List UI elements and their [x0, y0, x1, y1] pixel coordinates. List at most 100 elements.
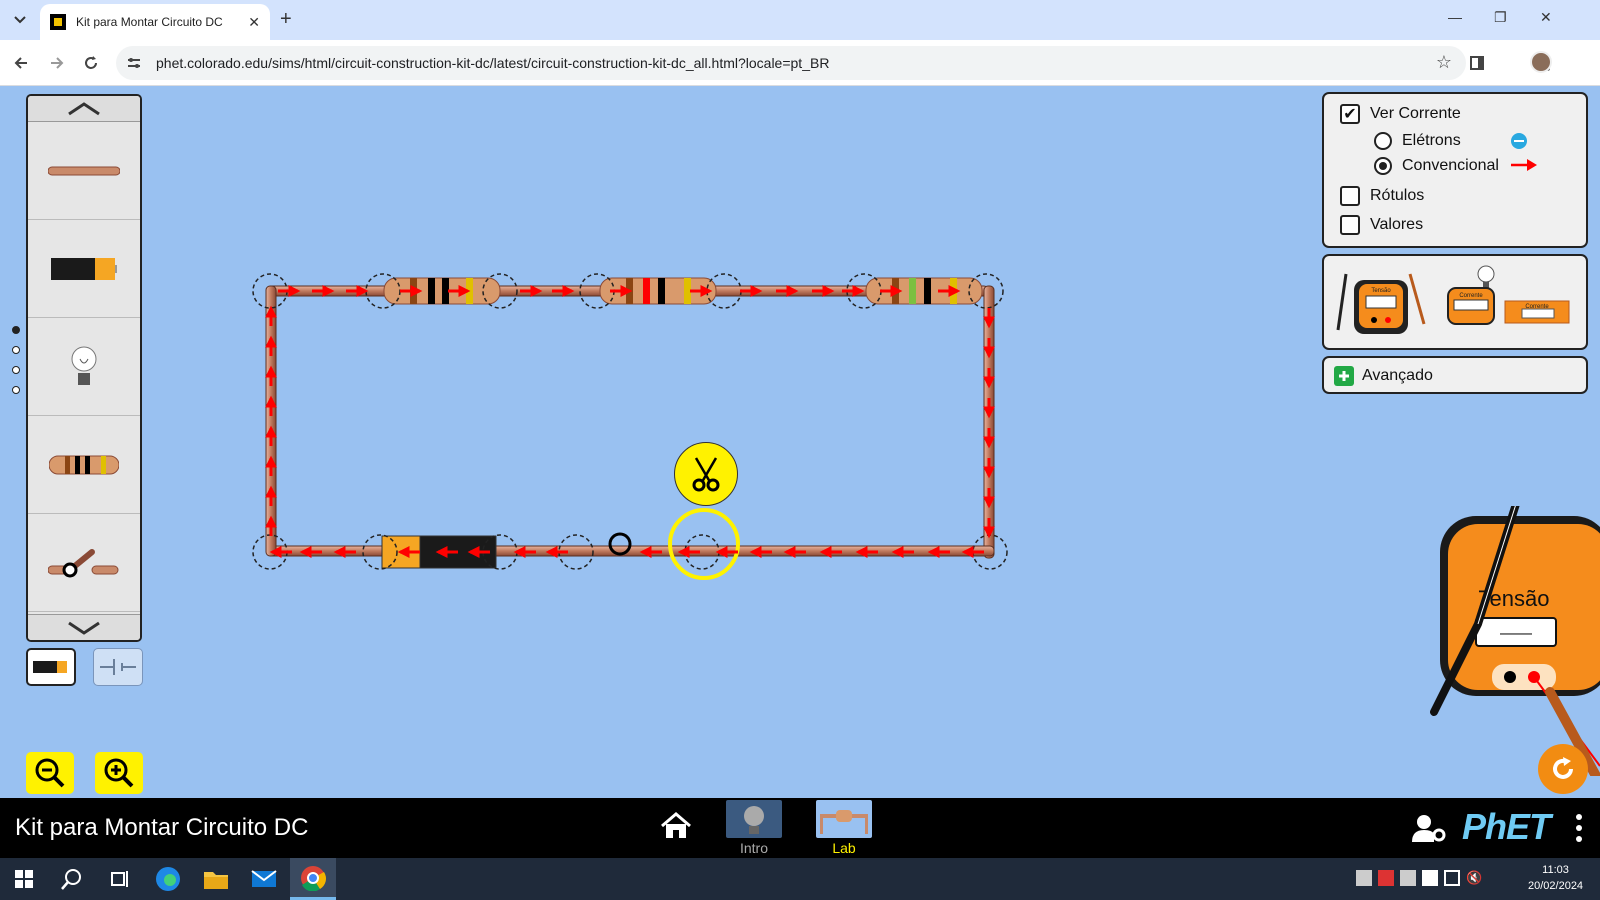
advanced-panel[interactable]: Avançado [1322, 356, 1588, 394]
values-checkbox[interactable]: Valores [1340, 215, 1423, 235]
conventional-radio[interactable]: Convencional [1374, 157, 1499, 175]
phet-favicon-icon [50, 14, 66, 30]
toolbox-scroll-up-button[interactable] [28, 96, 140, 122]
clock[interactable]: 11:03 20/02/2024 [1528, 862, 1583, 894]
windows-taskbar: 🔇 11:03 20/02/2024 [0, 858, 1600, 900]
reload-button[interactable] [80, 52, 102, 74]
checkbox-checked-icon[interactable]: ✔ [1340, 104, 1360, 124]
expand-plus-icon[interactable] [1334, 366, 1354, 386]
advanced-label: Avançado [1362, 367, 1433, 384]
page-dot[interactable] [12, 326, 20, 334]
mail-icon [251, 870, 277, 887]
edge-icon [156, 867, 180, 891]
battery-icon [51, 257, 117, 280]
show-current-label: Ver Corrente [1370, 105, 1461, 122]
checkbox-unchecked-icon[interactable] [1340, 186, 1360, 206]
tray-app-icon[interactable] [1378, 870, 1394, 886]
page-dot[interactable] [12, 386, 20, 394]
radio-selected-icon[interactable] [1374, 157, 1392, 175]
wire-left [265, 285, 277, 557]
page-dot[interactable] [12, 366, 20, 374]
tab-title: Kit para Montar Circuito DC [76, 15, 223, 29]
electrons-label: Elétrons [1402, 132, 1461, 149]
zoom-out-button[interactable] [26, 752, 74, 794]
edge-taskbar-button[interactable] [152, 864, 184, 894]
file-explorer-taskbar-button[interactable] [200, 864, 232, 894]
zoom-in-icon [104, 758, 134, 788]
vertex-handles[interactable] [252, 273, 1008, 570]
screen-intro-button[interactable]: Intro [724, 800, 784, 856]
site-settings-icon[interactable] [126, 55, 142, 76]
home-button[interactable] [660, 812, 692, 845]
wire-segments[interactable] [265, 285, 995, 559]
profile-avatar[interactable] [1530, 51, 1552, 73]
task-view-button[interactable] [104, 864, 136, 894]
voltmeter[interactable]: Tensão —— [1420, 506, 1600, 776]
lifelike-view-button[interactable] [26, 648, 76, 686]
current-display-panel: ✔ Ver Corrente Elétrons Convencional Rót… [1322, 92, 1588, 248]
ammeter-icon[interactable]: Corrente [1446, 264, 1502, 328]
electron-icon [1511, 133, 1527, 149]
network-icon[interactable] [1444, 870, 1460, 886]
labels-checkbox[interactable]: Rótulos [1340, 186, 1424, 206]
home-icon [661, 812, 691, 838]
toolbox-battery[interactable] [28, 220, 140, 318]
tab-close-icon[interactable]: ✕ [248, 14, 260, 31]
start-button[interactable] [8, 864, 40, 894]
security-icon[interactable] [1422, 870, 1438, 886]
toolbox-resistor[interactable] [28, 416, 140, 514]
series-ammeter-icon[interactable]: Corrente [1504, 300, 1570, 326]
chrome-taskbar-button[interactable] [290, 858, 336, 900]
page-dot[interactable] [12, 346, 20, 354]
schematic-view-button[interactable] [93, 648, 143, 686]
accessibility-settings-button[interactable] [1412, 814, 1446, 847]
lab-circuit-icon [820, 810, 868, 834]
cut-vertex-button[interactable] [674, 442, 738, 506]
browser-tab[interactable]: Kit para Montar Circuito DC ✕ [40, 4, 270, 40]
url-text[interactable]: phet.colorado.edu/sims/html/circuit-cons… [156, 55, 829, 71]
scissors-icon [692, 457, 720, 492]
ammeter-icon-label: Corrente [1459, 293, 1483, 299]
voltmeter-icon[interactable]: Tensão [1336, 264, 1432, 344]
toolbox-switch[interactable] [28, 514, 140, 612]
side-panel-button[interactable] [1466, 52, 1488, 74]
phet-logo[interactable]: PhET [1462, 806, 1551, 848]
chevron-down-icon [68, 621, 100, 635]
tray-app-icon[interactable] [1400, 870, 1416, 886]
reset-all-button[interactable] [1538, 744, 1588, 794]
simulation-area: ✔ Ver Corrente Elétrons Convencional Rót… [0, 86, 1600, 798]
voltmeter-reading: —— [1500, 625, 1532, 642]
electrons-radio[interactable]: Elétrons [1374, 132, 1461, 150]
mail-taskbar-button[interactable] [248, 864, 280, 894]
tab-search-button[interactable] [8, 8, 32, 32]
restore-button[interactable]: ❐ [1494, 9, 1507, 26]
zoom-out-icon [35, 758, 65, 788]
search-button[interactable] [56, 864, 88, 894]
back-button[interactable] [10, 52, 32, 74]
zoom-in-button[interactable] [95, 752, 143, 794]
omnibox[interactable]: phet.colorado.edu/sims/html/circuit-cons… [116, 46, 1466, 80]
selected-vertex-highlight[interactable] [668, 508, 740, 580]
close-window-button[interactable]: ✕ [1540, 9, 1552, 26]
forward-button[interactable] [46, 52, 68, 74]
toolbox-scroll-down-button[interactable] [28, 614, 140, 640]
tray-app-icon[interactable] [1356, 870, 1372, 886]
volume-muted-icon[interactable]: 🔇 [1466, 870, 1482, 886]
screen-lab-button[interactable]: Lab [814, 800, 874, 856]
bookmark-star-icon[interactable]: ☆ [1436, 52, 1452, 73]
show-current-checkbox[interactable]: ✔ Ver Corrente [1340, 104, 1461, 124]
folder-icon [204, 872, 228, 889]
checkbox-unchecked-icon[interactable] [1340, 215, 1360, 235]
sensor-toolbox-panel: Tensão Corrente Corrente [1322, 254, 1588, 350]
phet-menu-button[interactable] [1576, 814, 1582, 847]
wire-bottom [267, 545, 995, 557]
radio-unselected-icon[interactable] [1374, 132, 1392, 150]
intro-thumbnail [726, 800, 782, 838]
new-tab-button[interactable]: + [280, 9, 292, 29]
minimize-button[interactable]: — [1448, 9, 1462, 25]
system-tray: 🔇 [1356, 870, 1482, 886]
sim-title: Kit para Montar Circuito DC [15, 814, 309, 841]
chevron-up-icon [68, 101, 100, 115]
toolbox-light-bulb[interactable] [28, 318, 140, 416]
toolbox-wire[interactable] [28, 122, 140, 220]
